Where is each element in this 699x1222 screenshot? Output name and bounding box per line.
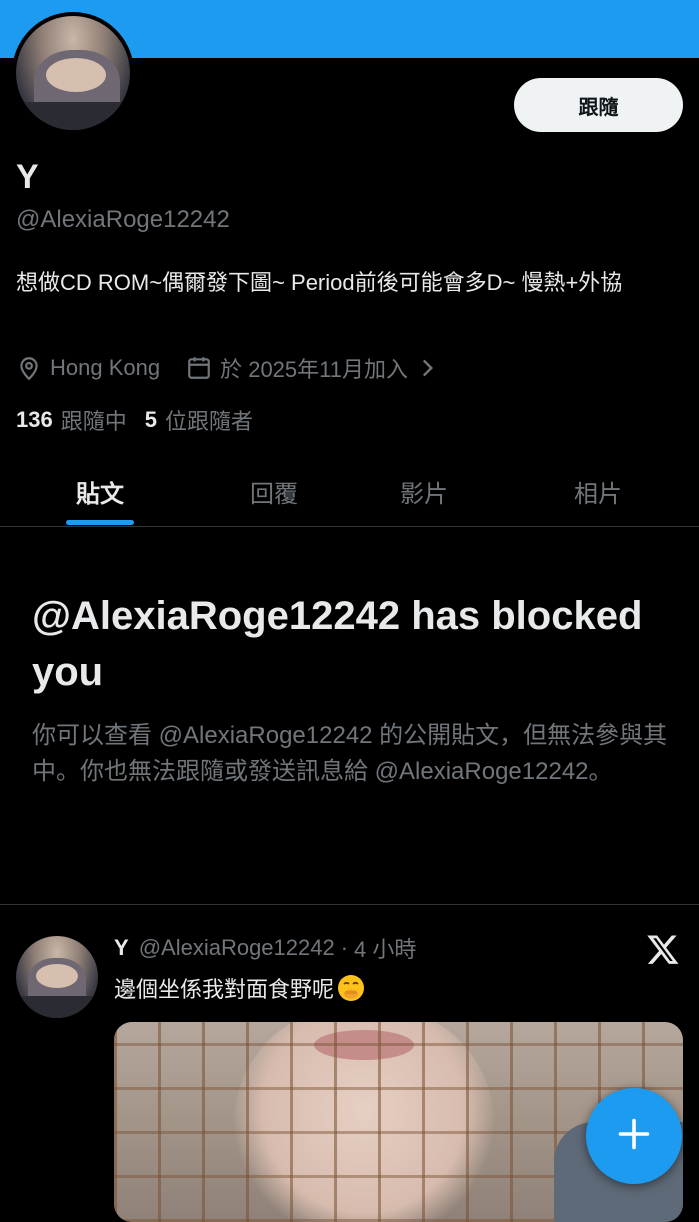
followers-label[interactable]: 位跟隨者	[165, 404, 253, 436]
post-text: 邊個坐係我對面食野呢	[114, 972, 366, 1004]
post-text-content: 邊個坐係我對面食野呢	[114, 977, 335, 1002]
tab-posts[interactable]: 貼文	[0, 456, 200, 526]
section-divider	[0, 904, 699, 905]
post-timestamp[interactable]: 4 小時	[354, 932, 416, 964]
active-tab-indicator	[66, 520, 134, 525]
post-author-handle[interactable]: @AlexiaRoge12242	[139, 935, 335, 961]
profile-bio: 想做CD ROM~偶爾發下圖~ Period前後可能會多D~ 慢熱+外協	[16, 270, 623, 295]
profile-tabs: 貼文 回覆 影片 相片	[0, 456, 699, 527]
post-header: Y @AlexiaRoge12242 · 4 小時	[114, 932, 416, 964]
profile-stats: 136 跟隨中 5 位跟隨者	[16, 404, 271, 436]
compose-button[interactable]	[586, 1088, 682, 1184]
tab-photos[interactable]: 相片	[498, 456, 698, 526]
avatar-figure-legs	[16, 996, 98, 1018]
profile-location: Hong Kong	[50, 355, 161, 380]
plus-icon	[616, 1116, 652, 1157]
x-logo-icon[interactable]	[646, 932, 680, 966]
blocked-title: @AlexiaRoge12242 has blocked you	[32, 594, 643, 694]
followers-count[interactable]: 5	[145, 407, 157, 433]
location-pin-icon	[16, 355, 42, 381]
avatar-figure-legs	[16, 102, 130, 130]
avatar-figure-detail	[36, 964, 78, 988]
post-separator: ·	[340, 935, 349, 960]
avatar-figure-detail	[46, 58, 106, 92]
calendar-icon	[186, 355, 212, 381]
profile-joined-date[interactable]: 於 2025年11月加入	[220, 352, 408, 384]
profile-handle: @AlexiaRoge12242	[16, 206, 230, 233]
blocked-description: 你可以查看 @AlexiaRoge12242 的公開貼文，但無法參與其中。你也無…	[32, 722, 668, 785]
follow-button[interactable]: 跟隨	[514, 78, 683, 132]
profile-meta: Hong Kong 於 2025年11月加入	[16, 350, 440, 386]
following-label[interactable]: 跟隨中	[61, 404, 127, 436]
post-author-avatar[interactable]	[16, 936, 98, 1018]
profile-avatar[interactable]	[12, 12, 134, 134]
tab-videos[interactable]: 影片	[324, 456, 524, 526]
profile-display-name: Y	[16, 158, 39, 196]
post-author-name[interactable]: Y	[114, 935, 129, 961]
face-with-hand-over-mouth-emoji	[336, 973, 366, 1003]
chevron-right-icon[interactable]	[414, 355, 440, 381]
following-count[interactable]: 136	[16, 407, 53, 433]
